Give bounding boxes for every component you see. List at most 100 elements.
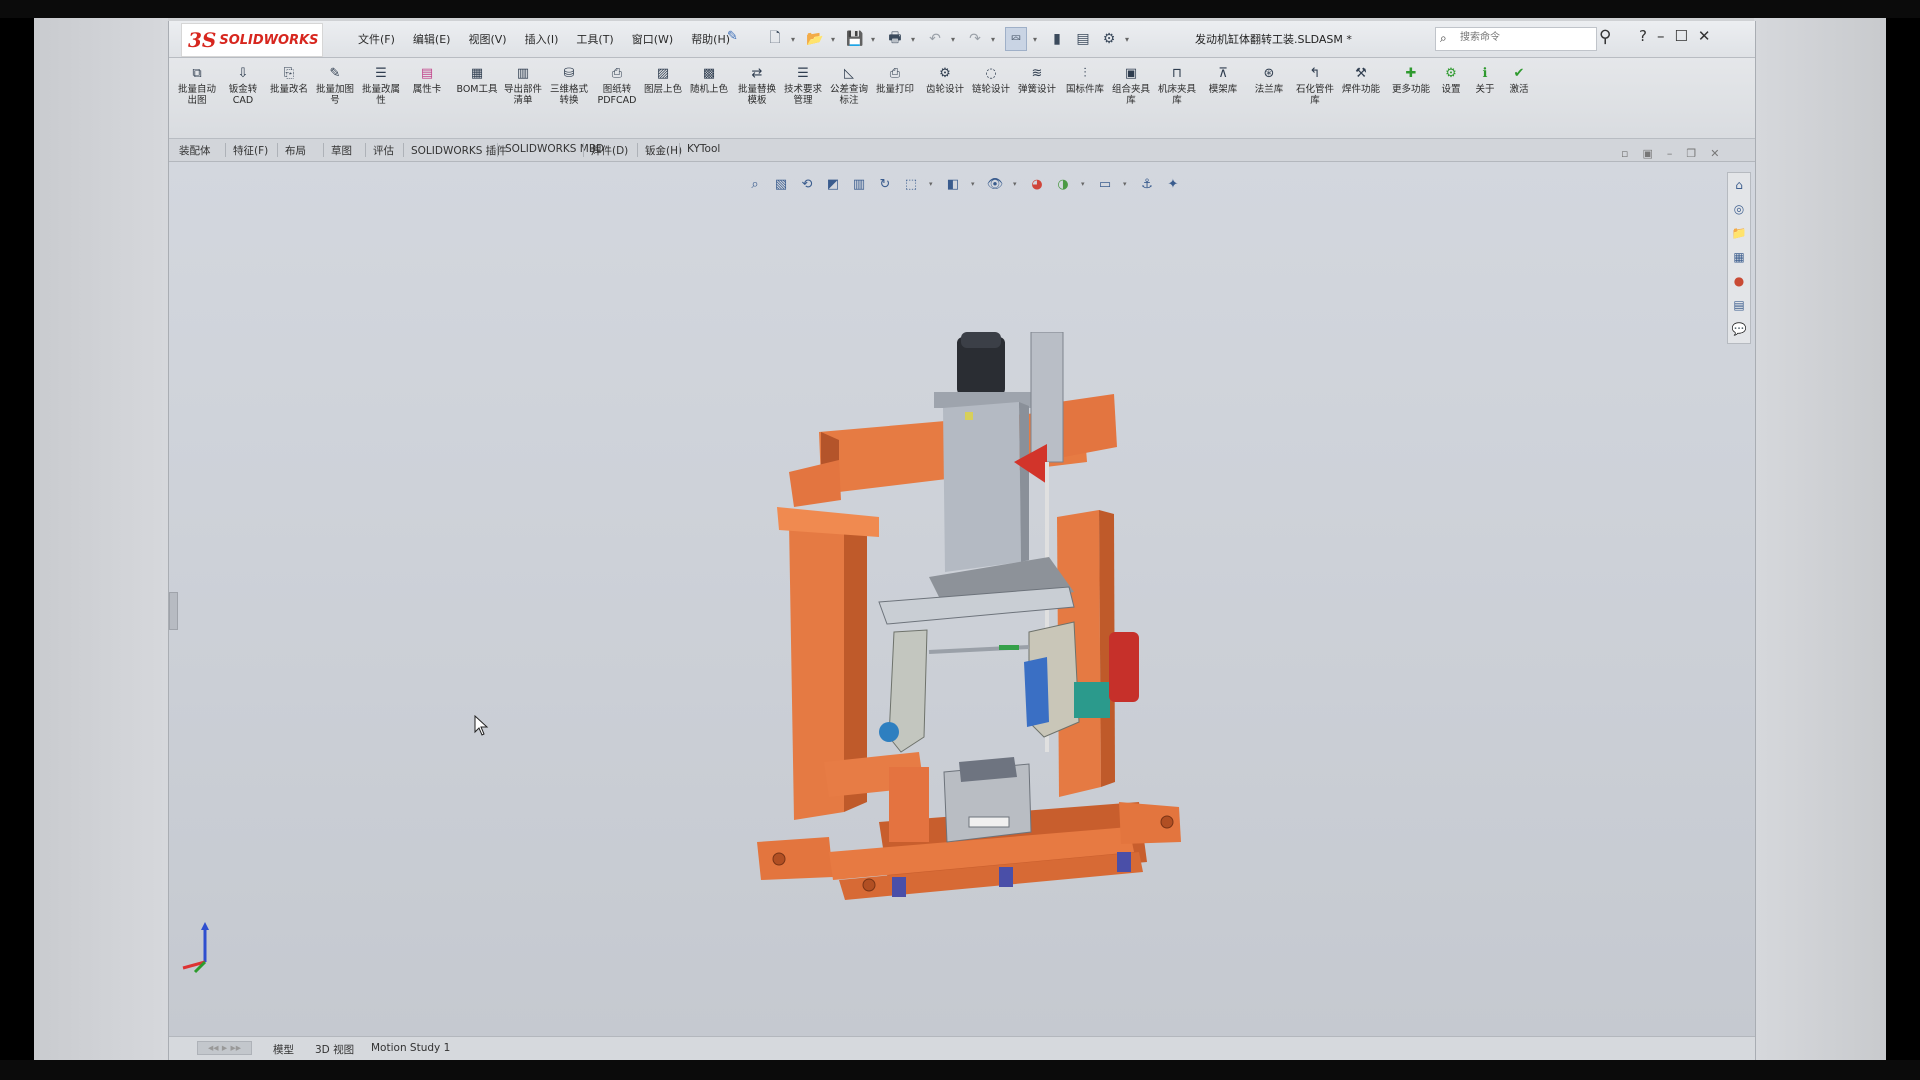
chevron-down-icon[interactable]: ▾	[1013, 180, 1019, 188]
ribbon-button-gear-design[interactable]: ⚙ 齿轮设计	[923, 64, 967, 96]
redo-icon[interactable]: ↷	[965, 28, 985, 50]
ribbon-button-replace-template[interactable]: ⇄ 批量替换模板	[735, 64, 779, 107]
chevron-down-icon[interactable]: ▾	[991, 28, 999, 50]
menu-window[interactable]: 窗口(W)	[623, 29, 682, 49]
ribbon-button-bom[interactable]: ▦ BOM工具	[455, 64, 499, 96]
tab-motion-study[interactable]: Motion Study 1	[365, 1041, 456, 1055]
chevron-down-icon[interactable]: ▾	[791, 28, 799, 50]
menu-file[interactable]: 文件(F)	[349, 29, 404, 49]
chevron-down-icon[interactable]: ▾	[911, 28, 919, 50]
chevron-down-icon[interactable]: ▾	[871, 28, 879, 50]
tab-9[interactable]: KYTool	[681, 142, 726, 156]
chevron-down-icon[interactable]: ▾	[831, 28, 839, 50]
render-tools-icon[interactable]: ✦	[1165, 176, 1181, 192]
tab-0[interactable]: 装配体	[173, 142, 217, 159]
tab-scroll-arrows[interactable]: ◂◂ ▸ ▸▸	[197, 1041, 253, 1055]
help-icon[interactable]: ?	[1639, 27, 1647, 45]
tab-1[interactable]: 特征(F)	[227, 142, 274, 159]
maximize-viewport-icon[interactable]: ❐	[1686, 147, 1696, 160]
search-icon[interactable]: ⚲	[1599, 27, 1611, 47]
minimize-icon[interactable]: –	[1657, 27, 1665, 45]
menu-edit[interactable]: 编辑(E)	[404, 29, 460, 49]
ribbon-button-machine-fixture[interactable]: ⊓ 机床夹具库	[1155, 64, 1199, 107]
options-gear-icon[interactable]: ⚙	[1099, 28, 1119, 50]
ribbon-button-tech-req[interactable]: ☰ 技术要求管理	[781, 64, 825, 107]
previous-view-icon[interactable]: ⟲	[799, 176, 815, 192]
ribbon-button-weldment[interactable]: ⚒ 焊件功能	[1339, 64, 1383, 96]
ribbon-button-3d-convert[interactable]: ⛁ 三维格式转换	[547, 64, 591, 107]
save-icon[interactable]: 💾	[845, 28, 865, 50]
ribbon-button-flange[interactable]: ⊛ 法兰库	[1247, 64, 1291, 96]
ribbon-button-pdf-cad[interactable]: ⎙ 图纸转PDFCAD	[595, 64, 639, 107]
assembly-model[interactable]	[729, 332, 1189, 902]
design-library-icon[interactable]: 📁	[1728, 221, 1750, 245]
tab-3[interactable]: 草图	[325, 142, 358, 159]
chevron-down-icon[interactable]: ▾	[1033, 28, 1041, 50]
section-view-icon[interactable]: ◩	[825, 176, 841, 192]
chevron-down-icon[interactable]: ▾	[1125, 28, 1133, 50]
home-icon[interactable]: ⌂	[1728, 173, 1750, 197]
resources-icon[interactable]: ◎	[1728, 197, 1750, 221]
ribbon-button-mold-base[interactable]: ⊼ 模架库	[1201, 64, 1245, 96]
ribbon-button-random-color[interactable]: ▩ 随机上色	[687, 64, 731, 96]
tab-3d-view[interactable]: 3D 视图	[309, 1041, 360, 1058]
apply-scene-icon[interactable]: ◑	[1055, 176, 1071, 192]
ribbon-button-pipe-fitting[interactable]: ↰ 石化管件库	[1293, 64, 1337, 107]
close-viewport-icon[interactable]: ✕	[1710, 147, 1719, 160]
tile-viewport-icon[interactable]: ▣	[1642, 147, 1652, 160]
edit-appearance-icon[interactable]: ◕	[1029, 176, 1045, 192]
graphics-area[interactable]: ⌕ ▧ ⟲ ◩ ▥ ↻ ⬚ ▾ ◧ ▾ 👁 ▾ ◕ ◑ ▾ ▭ ▾ ⚓ ✦ ⌂ …	[169, 162, 1755, 1036]
ribbon-button-gb-library[interactable]: ⫶ 国标件库	[1063, 64, 1107, 96]
forum-icon[interactable]: 💬	[1728, 317, 1750, 341]
rotate-view-icon[interactable]: ↻	[877, 176, 893, 192]
ribbon-button-batch-number[interactable]: ✎ 批量加图号	[313, 64, 357, 107]
traffic-light-icon[interactable]: ▮	[1047, 28, 1067, 50]
tab-2[interactable]: 布局	[279, 142, 312, 159]
tab-4[interactable]: 评估	[367, 142, 400, 159]
ribbon-button-property-card[interactable]: ▤ 属性卡	[405, 64, 449, 96]
ribbon-button-spring[interactable]: ≋ 弹簧设计	[1015, 64, 1059, 96]
solidworks-logo[interactable]: 3S SOLIDWORKS	[181, 23, 323, 57]
menu-tools[interactable]: 工具(T)	[567, 29, 622, 49]
menu-insert[interactable]: 插入(I)	[516, 29, 568, 49]
ribbon-button-batch-rename[interactable]: ⎘ 批量改名	[267, 64, 311, 96]
search-input[interactable]	[1458, 31, 1572, 44]
ribbon-button-batch-drawing[interactable]: ⧉ 批量自动出图	[175, 64, 219, 107]
minimize-viewport-icon[interactable]: –	[1667, 147, 1673, 160]
zoom-to-fit-icon[interactable]: ⌕	[747, 176, 763, 192]
chevron-down-icon[interactable]: ▾	[929, 180, 935, 188]
ribbon-button-batch-property[interactable]: ☰ 批量改属性	[359, 64, 403, 107]
custom-properties-icon[interactable]: ▤	[1728, 293, 1750, 317]
maximize-icon[interactable]: ☐	[1674, 27, 1687, 45]
chevron-down-icon[interactable]: ▾	[971, 180, 977, 188]
open-document-icon[interactable]: 📂	[805, 28, 825, 50]
ribbon-button-fixture-library[interactable]: ▣ 组合夹具库	[1109, 64, 1153, 107]
chevron-down-icon[interactable]: ▾	[1081, 180, 1087, 188]
anchor-icon[interactable]: ⚓	[1139, 176, 1155, 192]
hide-show-icon[interactable]: 👁	[987, 176, 1004, 192]
search-command-box[interactable]: ⌕	[1435, 27, 1597, 51]
select-icon[interactable]: ⮹	[1005, 27, 1027, 51]
view-orientation-icon[interactable]: ⬚	[903, 176, 919, 192]
new-document-icon[interactable]: 🗋	[765, 28, 785, 50]
chevron-down-icon[interactable]: ▾	[951, 28, 959, 50]
dynamic-annotation-icon[interactable]: ▥	[851, 176, 867, 192]
undo-icon[interactable]: ↶	[925, 28, 945, 50]
tab-model[interactable]: 模型	[267, 1041, 300, 1058]
tab-7[interactable]: 焊件(D)	[585, 142, 634, 159]
ribbon-button-more[interactable]: ✚ 更多功能	[1389, 64, 1433, 96]
print-icon[interactable]: 🖶	[885, 28, 905, 50]
ribbon-button-activate[interactable]: ✔ 激活	[1497, 64, 1541, 96]
ribbon-button-export-list[interactable]: ▥ 导出部件清单	[501, 64, 545, 107]
zoom-to-area-icon[interactable]: ▧	[773, 176, 789, 192]
pin-menu-icon[interactable]: ✎	[727, 29, 743, 45]
display-style-icon[interactable]: ◧	[945, 176, 961, 192]
view-settings-icon[interactable]: ▭	[1097, 176, 1113, 192]
restore-viewport-icon[interactable]: ▫	[1621, 147, 1628, 160]
ribbon-button-sheetmetal-cad[interactable]: ⇩ 钣金转CAD	[221, 64, 265, 107]
feature-tree-handle[interactable]	[169, 592, 178, 630]
appearances-icon[interactable]: ●	[1728, 269, 1750, 293]
file-properties-icon[interactable]: ▤	[1073, 28, 1093, 50]
menu-view[interactable]: 视图(V)	[459, 29, 515, 49]
file-explorer-icon[interactable]: ▦	[1728, 245, 1750, 269]
